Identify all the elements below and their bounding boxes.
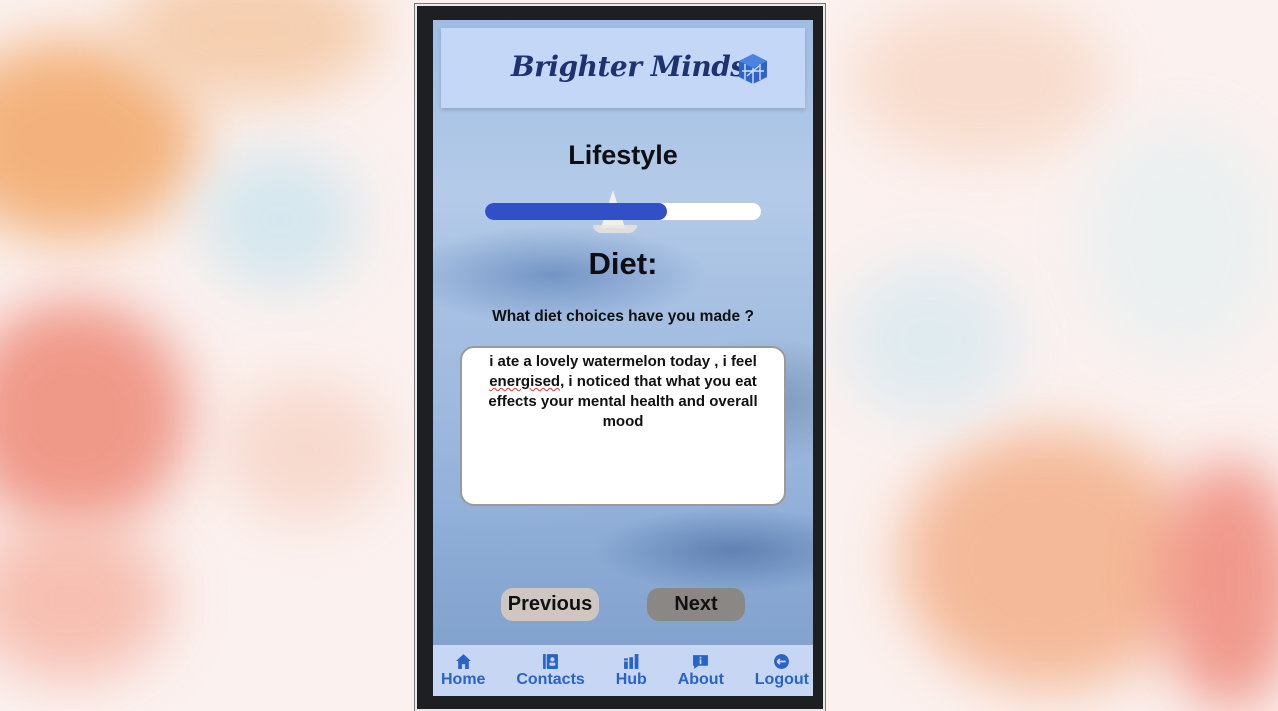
brand-title: Brighter Minds xyxy=(511,50,746,83)
answer-textarea[interactable]: i ate a lovely watermelon today , i feel… xyxy=(460,346,786,506)
nav-label: About xyxy=(677,670,724,688)
bottom-nav: Home Contacts Hub About Logout xyxy=(433,645,813,696)
nav-label: Logout xyxy=(754,670,809,688)
section-title: Lifestyle xyxy=(568,140,678,170)
nav-label: Home xyxy=(441,670,486,688)
next-button[interactable]: Next xyxy=(647,588,745,621)
nav-item-contacts[interactable]: Contacts xyxy=(514,645,586,696)
hub-icon xyxy=(623,653,639,669)
nav-item-home[interactable]: Home xyxy=(439,645,487,696)
home-icon xyxy=(455,653,471,669)
app-screen: Brighter Minds Lifestyle Diet: What diet… xyxy=(433,20,813,696)
nav-item-hub[interactable]: Hub xyxy=(614,645,649,696)
progress-bar xyxy=(485,203,761,220)
nav-item-logout[interactable]: Logout xyxy=(753,645,811,696)
question-title: Diet: xyxy=(588,246,658,281)
about-icon xyxy=(693,654,709,669)
cube-logo-icon xyxy=(739,54,767,84)
contacts-icon xyxy=(543,653,558,669)
app-header: Brighter Minds xyxy=(441,28,805,108)
question-prompt: What diet choices have you made ? xyxy=(492,308,754,325)
previous-button[interactable]: Previous xyxy=(501,588,599,621)
sailboat-hull xyxy=(593,225,637,233)
nav-label: Contacts xyxy=(516,670,585,688)
progress-fill xyxy=(485,203,668,220)
nav-item-about[interactable]: About xyxy=(676,645,726,696)
phone-frame: Brighter Minds Lifestyle Diet: What diet… xyxy=(414,3,826,711)
answer-misspelled-word: energised xyxy=(489,373,561,390)
answer-text-part: i ate a lovely watermelon today , i feel xyxy=(489,353,757,370)
logout-icon xyxy=(774,653,790,669)
nav-label: Hub xyxy=(615,670,647,688)
